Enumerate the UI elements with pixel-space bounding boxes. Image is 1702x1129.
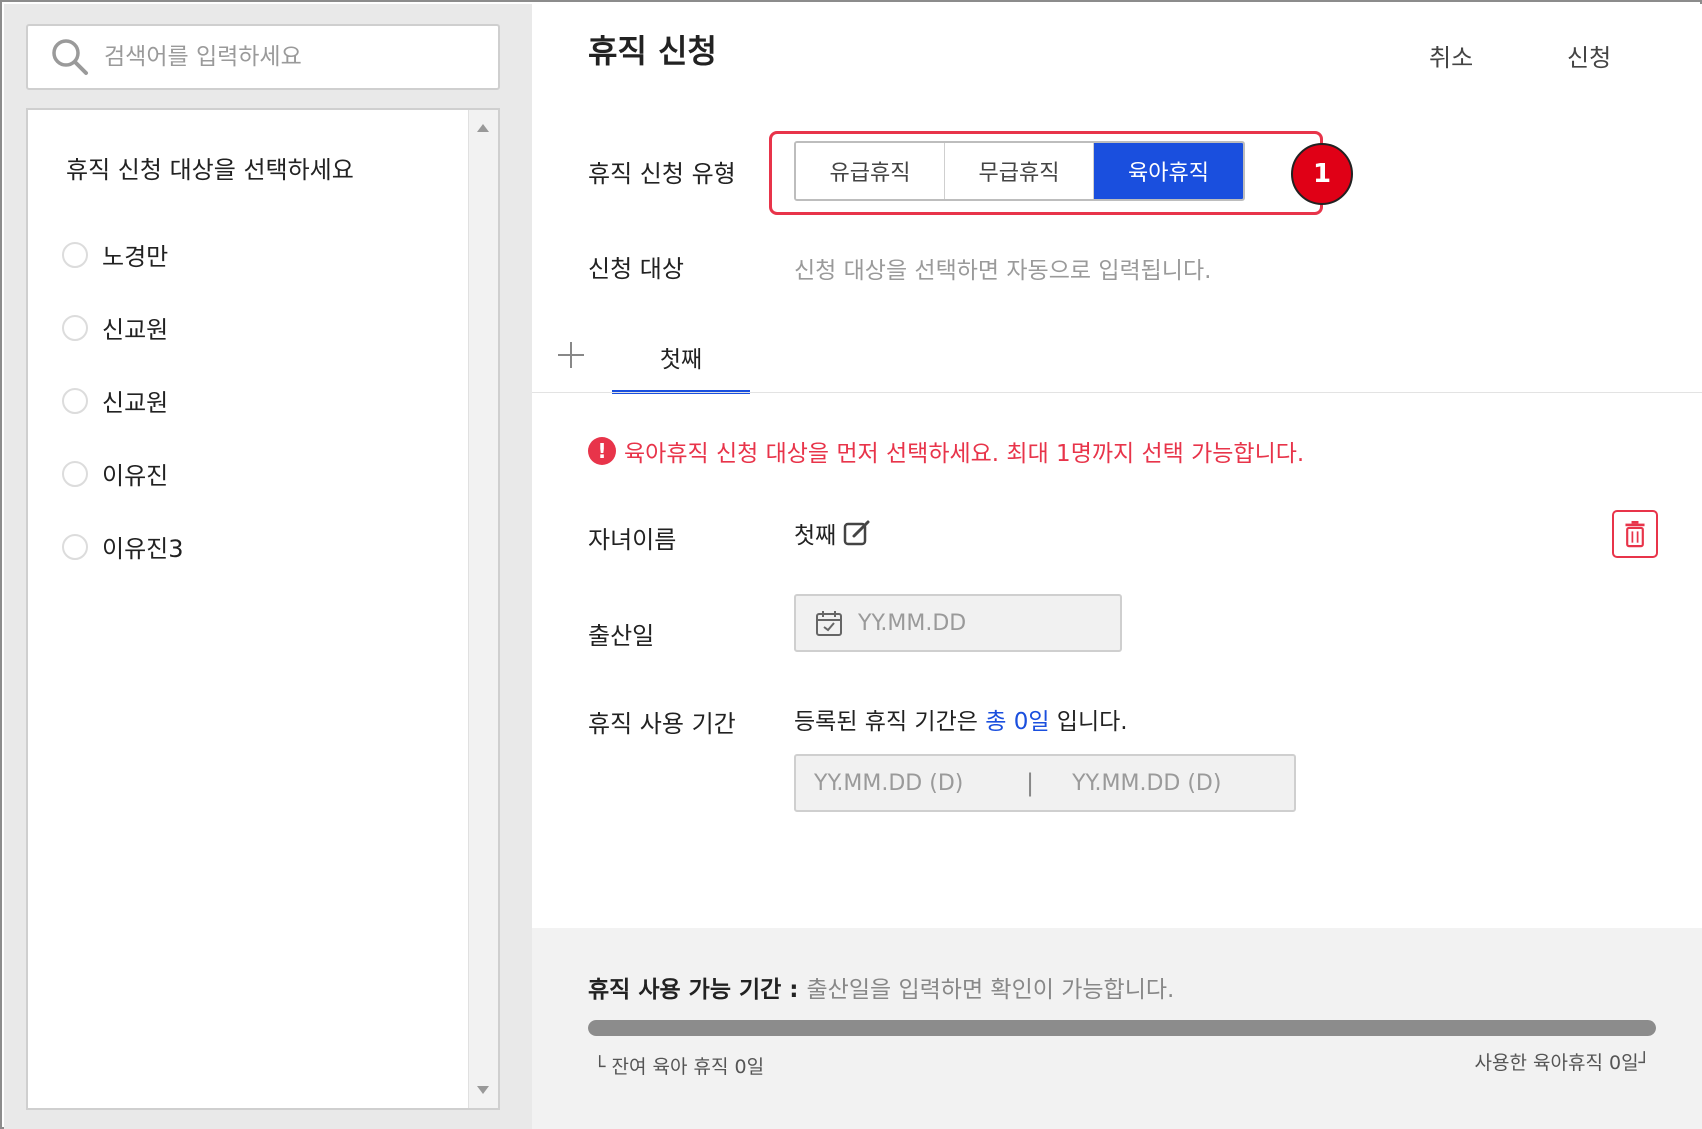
radio-button[interactable] (62, 314, 88, 341)
scroll-down-arrow-icon[interactable] (477, 1086, 489, 1094)
list-item-label: 신교원 (102, 389, 169, 417)
search-icon (50, 37, 90, 77)
warning-message: ! 육아휴직 신청 대상을 먼저 선택하세요. 최대 1명까지 선택 가능합니다… (588, 434, 1304, 468)
target-list-items: 노경만 신교원 신교원 이유진 이유진3 (62, 218, 184, 583)
scroll-up-arrow-icon[interactable] (477, 124, 489, 132)
apply-button[interactable]: 신청 (1567, 38, 1611, 73)
end-date-input[interactable] (1072, 770, 1283, 796)
page-title: 휴직 신청 (588, 32, 717, 70)
period-prefix: 등록된 휴직 기간은 (794, 709, 986, 735)
leave-type-unpaid[interactable]: 무급휴직 (945, 143, 1094, 199)
radio-button[interactable] (62, 241, 88, 268)
calendar-icon[interactable] (814, 608, 844, 638)
range-separator: | (1026, 769, 1035, 797)
child-name-value: 첫째 (794, 523, 837, 549)
list-item[interactable]: 신교원 (62, 364, 184, 437)
available-period-text: 휴직 사용 가능 기간 : 출산일을 입력하면 확인이 가능합니다. (588, 970, 1174, 1004)
birth-date-input[interactable] (858, 610, 1078, 636)
radio-button[interactable] (62, 387, 88, 414)
leave-period-range[interactable]: | (794, 754, 1296, 812)
list-item-label: 신교원 (102, 316, 169, 344)
leave-form-panel: 휴직 신청 취소 신청 휴직 신청 유형 유급휴직 무급휴직 육아휴직 1 신청… (532, 4, 1702, 1129)
target-hint: 신청 대상을 선택하면 자동으로 입력됩니다. (794, 258, 1212, 284)
period-suffix: 입니다. (1049, 709, 1128, 735)
list-item-label: 노경만 (102, 243, 169, 271)
leave-period-summary: 등록된 휴직 기간은 총 0일 입니다. (794, 702, 1128, 736)
child-name-label: 자녀이름 (588, 526, 677, 554)
available-period-section: 휴직 사용 가능 기간 : 출산일을 입력하면 확인이 가능합니다. └ 잔여 … (532, 928, 1702, 1129)
add-tab-icon[interactable] (558, 342, 584, 368)
target-list-title: 휴직 신청 대상을 선택하세요 (66, 156, 354, 184)
target-list: 휴직 신청 대상을 선택하세요 노경만 신교원 신교원 이유진 이유진3 (26, 108, 500, 1110)
birth-date-label: 출산일 (588, 622, 655, 650)
exclamation-icon: ! (588, 437, 616, 465)
start-date-input[interactable] (814, 770, 1024, 796)
cancel-button[interactable]: 취소 (1429, 38, 1473, 73)
list-item[interactable]: 이유진3 (62, 510, 184, 583)
remaining-leave-text: └ 잔여 육아 휴직 0일 (594, 1056, 765, 1078)
scrollbar[interactable] (468, 110, 498, 1108)
list-item[interactable]: 노경만 (62, 218, 184, 291)
delete-child-button[interactable] (1612, 510, 1658, 558)
leave-type-parental[interactable]: 육아휴직 (1094, 143, 1243, 199)
app-frame: 휴직 신청 대상을 선택하세요 노경만 신교원 신교원 이유진 (0, 0, 1702, 1129)
child-name: 첫째 (794, 516, 872, 550)
leave-type-segmented-control[interactable]: 유급휴직 무급휴직 육아휴직 (794, 141, 1245, 201)
period-total: 총 0일 (985, 709, 1050, 735)
tab-divider (532, 392, 1702, 393)
leave-type-paid[interactable]: 유급휴직 (796, 143, 945, 199)
target-panel: 휴직 신청 대상을 선택하세요 노경만 신교원 신교원 이유진 (4, 4, 532, 1129)
step-marker: 1 (1291, 143, 1353, 205)
used-leave-text: 사용한 육아휴직 0일┘ (1474, 1052, 1650, 1074)
search-input[interactable] (104, 44, 484, 70)
list-item[interactable]: 이유진 (62, 437, 184, 510)
edit-icon[interactable] (842, 518, 872, 548)
tab-label: 첫째 (659, 347, 703, 373)
leave-progress-fill (588, 1020, 1656, 1036)
target-label: 신청 대상 (588, 255, 684, 283)
list-item-label: 이유진3 (102, 535, 184, 563)
warning-text: 육아휴직 신청 대상을 먼저 선택하세요. 최대 1명까지 선택 가능합니다. (624, 441, 1305, 467)
leave-type-label: 휴직 신청 유형 (588, 160, 736, 188)
available-period-value: 출산일을 입력하면 확인이 가능합니다. (806, 977, 1175, 1003)
trash-icon (1625, 521, 1645, 548)
birth-date-field[interactable] (794, 594, 1122, 652)
list-item[interactable]: 신교원 (62, 291, 184, 364)
radio-button[interactable] (62, 460, 88, 487)
tab-first-child[interactable]: 첫째 (612, 326, 750, 394)
search-box[interactable] (26, 24, 500, 90)
radio-button[interactable] (62, 533, 88, 560)
leave-period-label: 휴직 사용 기간 (588, 710, 736, 738)
list-item-label: 이유진 (102, 462, 169, 490)
available-period-key: 휴직 사용 가능 기간 : (588, 977, 807, 1003)
leave-progress-bar (588, 1020, 1656, 1036)
